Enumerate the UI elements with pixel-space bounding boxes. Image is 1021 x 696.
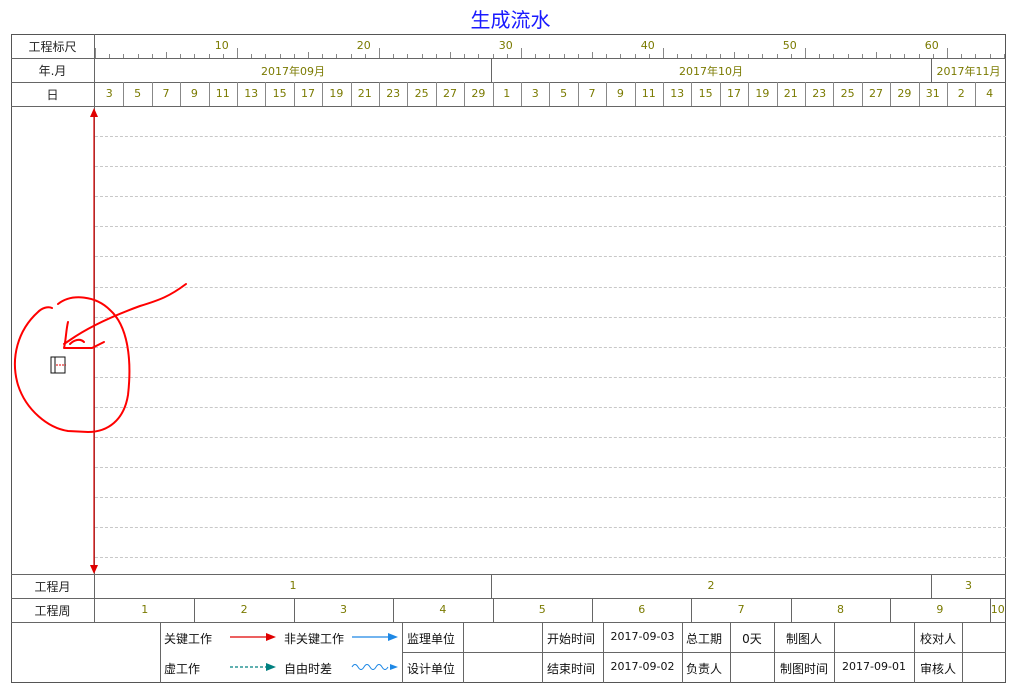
- owner-label: 负责人: [686, 662, 723, 676]
- end-time-value: 2017-09-02: [610, 660, 675, 673]
- legend-critical-label: 关键工作: [164, 632, 213, 646]
- critical-arrow-icon: [230, 633, 276, 641]
- drafter-label: 制图人: [785, 632, 822, 646]
- legend-noncritical-label: 非关键工作: [284, 632, 345, 646]
- free-float-wave-icon: [351, 664, 398, 670]
- end-time-label: 结束时间: [547, 662, 596, 676]
- supervisor-label: 监理单位: [407, 632, 456, 646]
- dummy-arrow-icon: [230, 663, 276, 671]
- today-line: [90, 108, 98, 574]
- start-time-value: 2017-09-03: [610, 630, 675, 643]
- checker-label: 校对人: [919, 632, 956, 646]
- annotation-layer: [14, 108, 187, 574]
- draft-time-value: 2017-09-01: [842, 660, 906, 673]
- noncritical-arrow-icon: [352, 633, 398, 641]
- draft-time-label: 制图时间: [779, 662, 828, 676]
- start-time-label: 开始时间: [547, 632, 596, 646]
- duration-label: 总工期: [686, 632, 723, 646]
- legend-dummy-label: 虚工作: [164, 662, 201, 676]
- designer-label: 设计单位: [407, 662, 456, 676]
- legend-free-float-label: 自由时差: [284, 662, 333, 676]
- hand-drawn-circle-annotation: [14, 283, 187, 433]
- reviewer-label: 审核人: [919, 662, 956, 676]
- duration-value: 0天: [742, 632, 762, 646]
- cursor-marker-icon: [50, 356, 66, 374]
